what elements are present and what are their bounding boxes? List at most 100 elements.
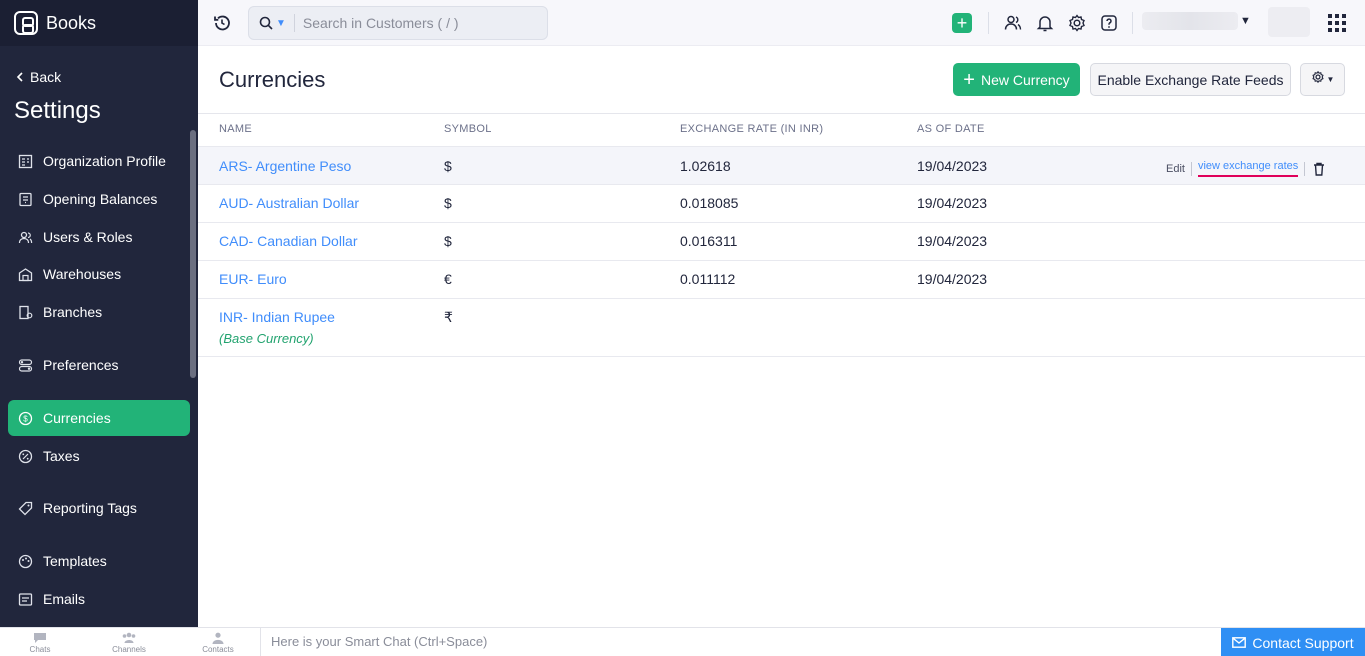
preferences-icon: [18, 358, 33, 373]
top-header: ▼ + ▼: [198, 0, 1365, 46]
row-actions: Edit view exchange rates: [1166, 160, 1325, 177]
exchange-rate: 1.02618: [680, 158, 731, 174]
settings-title: Settings: [14, 97, 101, 124]
sidebar-item-currencies[interactable]: $ Currencies: [8, 400, 190, 436]
new-currency-button[interactable]: + New Currency: [953, 63, 1080, 96]
new-currency-label: New Currency: [980, 71, 1070, 88]
sidebar-item-warehouses[interactable]: Warehouses: [8, 256, 190, 292]
action-divider: [1304, 161, 1306, 176]
column-header-exchange-rate: EXCHANGE RATE (IN INR): [680, 123, 824, 135]
chats-button[interactable]: Chats: [15, 630, 65, 654]
header-divider: [1132, 12, 1133, 34]
table-row[interactable]: [198, 223, 1365, 261]
chevron-down-icon[interactable]: ▼: [276, 18, 286, 29]
currency-symbol: $: [444, 195, 452, 211]
chat-icon: [34, 633, 46, 643]
global-search[interactable]: ▼: [248, 6, 548, 40]
sidebar-item-label: Organization Profile: [43, 153, 166, 169]
organization-icon: [18, 154, 33, 169]
sidebar-scrollbar[interactable]: [190, 130, 196, 378]
sidebar-item-emails[interactable]: Emails: [8, 581, 190, 617]
sidebar-item-taxes[interactable]: Taxes: [8, 438, 190, 474]
view-exchange-rates-link[interactable]: view exchange rates: [1197, 160, 1299, 177]
opening-balances-icon: [18, 192, 33, 207]
templates-icon: [18, 554, 33, 569]
edit-link[interactable]: Edit: [1166, 163, 1185, 175]
table-row[interactable]: [198, 299, 1365, 357]
page-settings-dropdown[interactable]: ▼: [1300, 63, 1345, 96]
contact-icon: [212, 632, 224, 644]
search-input[interactable]: [302, 15, 533, 31]
contacts-button[interactable]: Contacts: [193, 630, 243, 654]
plus-icon: +: [963, 68, 975, 91]
search-icon[interactable]: [259, 16, 273, 30]
app-launcher-icon[interactable]: [1328, 14, 1346, 32]
refer-users-icon[interactable]: [1003, 13, 1023, 33]
chats-label: Chats: [29, 645, 51, 654]
warehouse-icon: [18, 267, 33, 282]
currency-symbol: €: [444, 271, 452, 287]
sidebar-item-label: Emails: [43, 591, 86, 607]
as-of-date: 19/04/2023: [917, 233, 988, 249]
channels-icon: [122, 632, 136, 643]
column-header-name: NAME: [219, 123, 252, 135]
back-link[interactable]: Back: [16, 69, 61, 85]
divider: [198, 113, 1365, 114]
currency-name-link[interactable]: AUD- Australian Dollar: [219, 195, 359, 211]
channels-button[interactable]: Channels: [104, 630, 154, 654]
sidebar-item-templates[interactable]: Templates: [8, 543, 190, 579]
sidebar-item-branches[interactable]: Branches: [8, 294, 190, 330]
currency-name-link[interactable]: EUR- Euro: [219, 271, 287, 287]
tag-icon: [18, 501, 33, 516]
as-of-date: 19/04/2023: [917, 158, 988, 174]
user-avatar[interactable]: [1268, 7, 1310, 37]
gear-icon: [1311, 70, 1325, 89]
trash-icon[interactable]: [1313, 162, 1325, 176]
action-divider: [1190, 161, 1192, 176]
branches-icon: [18, 305, 33, 320]
enable-exchange-rate-feeds-button[interactable]: Enable Exchange Rate Feeds: [1090, 63, 1291, 96]
chevron-left-icon: [16, 69, 24, 85]
app-name: Books: [46, 12, 97, 33]
help-icon[interactable]: [1099, 13, 1119, 33]
as-of-date: 19/04/2023: [917, 271, 988, 287]
table-row[interactable]: [198, 185, 1365, 223]
contact-support-label: Contact Support: [1252, 634, 1354, 651]
mail-icon: [1232, 637, 1247, 648]
exchange-rate: 0.016311: [680, 233, 738, 249]
sidebar-item-label: Opening Balances: [43, 191, 158, 207]
contacts-label: Contacts: [202, 645, 234, 654]
sidebar-item-users-roles[interactable]: Users & Roles: [8, 219, 190, 255]
exchange-rate: 0.011112: [680, 271, 736, 287]
sidebar-item-reporting-tags[interactable]: Reporting Tags: [8, 490, 190, 526]
books-logo-icon: [14, 11, 38, 35]
email-icon: [18, 592, 33, 607]
settings-gear-icon[interactable]: [1067, 13, 1087, 33]
exchange-rate: 0.018085: [680, 195, 739, 211]
sidebar-item-label: Preferences: [43, 357, 119, 373]
currency-icon: $: [18, 411, 33, 426]
currency-symbol: $: [444, 158, 452, 174]
svg-text:$: $: [23, 414, 28, 423]
sidebar: Books Back Settings Organization Profile…: [0, 0, 198, 627]
brand[interactable]: Books: [0, 0, 198, 46]
organization-switcher[interactable]: [1142, 12, 1238, 30]
chevron-down-icon[interactable]: ▼: [1240, 15, 1251, 27]
contact-support-button[interactable]: Contact Support: [1221, 628, 1365, 656]
back-label: Back: [30, 69, 62, 85]
sidebar-item-label: Templates: [43, 553, 107, 569]
quick-create-button[interactable]: +: [952, 13, 972, 33]
header-divider: [988, 12, 989, 34]
caret-down-icon: ▼: [1326, 75, 1335, 84]
currency-symbol: ₹: [444, 309, 453, 325]
sidebar-item-opening-balances[interactable]: Opening Balances: [8, 181, 190, 217]
sidebar-item-preferences[interactable]: Preferences: [8, 347, 190, 383]
currency-name-link[interactable]: CAD- Canadian Dollar: [219, 233, 358, 249]
currency-name-link[interactable]: ARS- Argentine Peso: [219, 158, 351, 174]
smart-chat-input[interactable]: Here is your Smart Chat (Ctrl+Space): [260, 628, 1220, 656]
recent-history-icon[interactable]: [212, 13, 232, 33]
notifications-bell-icon[interactable]: [1035, 13, 1055, 33]
currency-name-link[interactable]: INR- Indian Rupee: [219, 309, 335, 325]
sidebar-item-organization-profile[interactable]: Organization Profile: [8, 143, 190, 179]
table-row[interactable]: [198, 261, 1365, 299]
